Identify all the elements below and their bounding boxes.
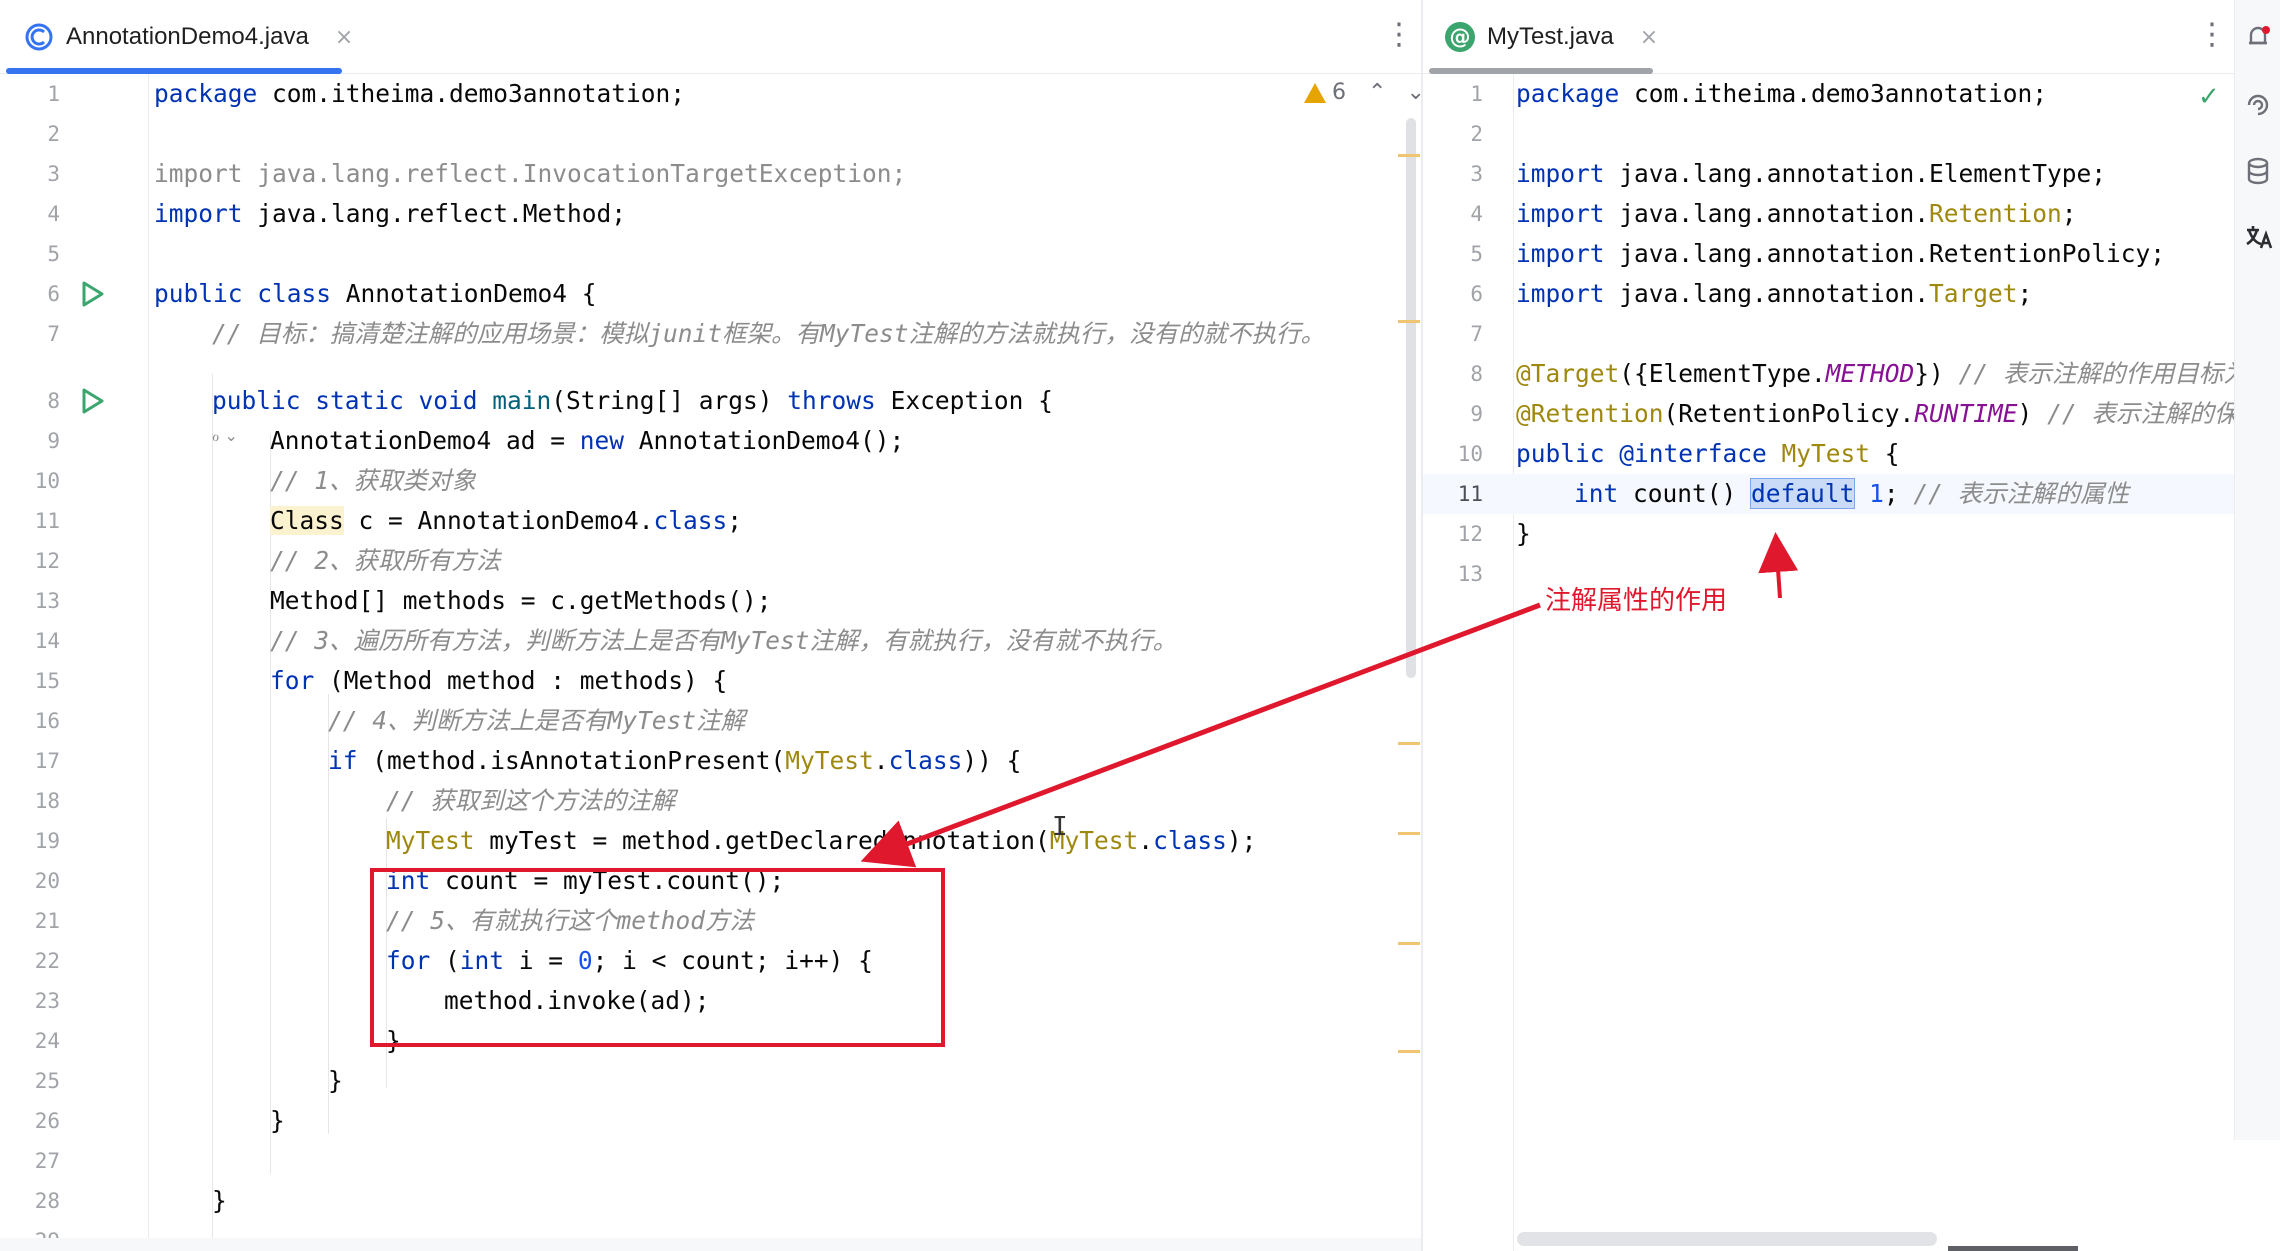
left-tab-bar: AnnotationDemo4.java × ⋮ [0, 0, 1421, 74]
tab-close-icon[interactable]: × [335, 25, 353, 50]
code-line: 14// 3、遍历所有方法，判断方法上是否有MyTest注解，有就执行，没有就不… [34, 626, 1177, 655]
code-line: 4 import java.lang.reflect.Method; [47, 199, 627, 228]
run-main-icon[interactable] [78, 387, 106, 415]
horizontal-scrollbar[interactable] [1517, 1232, 1937, 1246]
ai-assistant-icon[interactable] [2243, 90, 2273, 120]
current-code-line: 11 int count() default 1; // 表示注解的属性 [1423, 474, 2234, 514]
code-line: 27 [34, 1149, 60, 1173]
code-line: 5 import java.lang.annotation.RetentionPo… [1470, 239, 2166, 268]
code-line: 1 package com.itheima.demo3annotation; [47, 79, 686, 108]
right-tool-strip [2234, 0, 2280, 1140]
warning-marker[interactable] [1398, 320, 1420, 323]
warning-marker[interactable] [1398, 742, 1420, 745]
tab-close-icon[interactable]: × [1640, 25, 1658, 50]
left-code-editor[interactable]: 6 ⌃ ⌄ 1 package com.itheima.demo3annotati… [0, 74, 1421, 1251]
more-options-icon[interactable]: ⋮ [2197, 20, 2227, 50]
code-line: 8 public static void main(String[] args)… [47, 386, 1053, 415]
vertical-scrollbar[interactable] [1406, 118, 1416, 678]
code-line: 13 Method[] methods = c.getMethods(); [34, 586, 772, 615]
no-problems-check-icon[interactable]: ✓ [2198, 82, 2220, 112]
database-icon[interactable] [2243, 156, 2273, 186]
bottom-status-strip [0, 1238, 1421, 1251]
code-line: 8 @Target({ElementType.METHOD}) // 表示注解的作… [1470, 359, 2234, 388]
code-line: 11 Class c = AnnotationDemo4.class; [34, 506, 743, 535]
code-line: 2 [1470, 122, 1483, 146]
translate-icon[interactable] [2243, 222, 2273, 252]
warning-marker[interactable] [1398, 154, 1420, 157]
code-line: 12} [1457, 519, 1531, 548]
code-line: 9 AnnotationDemo4 ad = new AnnotationDemo… [47, 426, 905, 455]
code-line: 26} [34, 1106, 285, 1135]
notifications-icon[interactable] [2243, 22, 2273, 52]
tab-mytest[interactable]: @ MyTest.java × [1445, 0, 1658, 74]
code-line: 25} [34, 1066, 343, 1095]
annotation-note: 注解属性的作用 [1545, 586, 1728, 616]
code-line: 3 import java.lang.annotation.ElementType… [1470, 159, 2107, 188]
run-class-icon[interactable] [78, 280, 106, 308]
code-line: 2 [47, 122, 60, 146]
more-options-icon[interactable]: ⋮ [1384, 20, 1414, 50]
annotation-type-icon: @ [1445, 22, 1475, 52]
code-line: 6 public class AnnotationDemo4 { [47, 279, 597, 308]
code-line: 15 for (Method method : methods) { [34, 666, 728, 695]
tab-filename: MyTest.java [1487, 23, 1614, 50]
code-line: 10// 1、获取类对象 [34, 466, 477, 495]
java-class-icon [25, 23, 53, 51]
tab-filename: AnnotationDemo4.java [66, 23, 309, 50]
selected-default-keyword: default [1750, 478, 1856, 509]
warning-marker[interactable] [1398, 832, 1420, 835]
right-code-editor[interactable]: 1 package com.itheima.demo3annotation; 2 … [1423, 74, 2234, 1251]
code-line: 19 MyTest myTest = method.getDeclaredAnno… [34, 826, 1257, 855]
tab-annotationdemo4[interactable]: AnnotationDemo4.java × [24, 0, 353, 74]
code-line: 28} [34, 1186, 227, 1215]
code-line: 1 package com.itheima.demo3annotation; [1470, 79, 2048, 108]
highlight-box [370, 868, 945, 1047]
text-cursor-icon: I [1052, 812, 1068, 842]
code-line: 4 import java.lang.annotation.Retention; [1470, 199, 2077, 228]
code-line: 9 @Retention(RetentionPolicy.RUNTIME) // … [1470, 399, 2234, 428]
horizontal-scroll-thumb[interactable] [1948, 1246, 2078, 1251]
code-line: 5 [47, 242, 60, 266]
code-line: 7// 目标：搞清楚注解的应用场景：模拟junit框架。有MyTest注解的方法… [47, 319, 1325, 348]
code-line: 18// 获取到这个方法的注解 [34, 786, 676, 815]
code-line: 6 import java.lang.annotation.Target; [1470, 279, 2033, 308]
code-line: 12// 2、获取所有方法 [34, 546, 501, 575]
warning-marker[interactable] [1398, 942, 1420, 945]
right-editor-pane: @ MyTest.java × ⋮ 1 package com.itheima.d… [1421, 0, 2234, 1251]
code-line: 17 if (method.isAnnotationPresent(MyTest.… [34, 746, 1022, 775]
code-line: 3 import java.lang.reflect.InvocationTarg… [47, 159, 907, 188]
left-editor-pane: AnnotationDemo4.java × ⋮ 6 ⌃ ⌄ 1 package … [0, 0, 1421, 1251]
right-tab-bar: @ MyTest.java × ⋮ [1423, 0, 2234, 74]
code-line: 16// 4、判断方法上是否有MyTest注解 [34, 706, 746, 735]
code-line: 10 public @interface MyTest { [1457, 439, 1900, 468]
code-line: 7 [1470, 322, 1483, 346]
warning-marker[interactable] [1398, 1050, 1420, 1053]
